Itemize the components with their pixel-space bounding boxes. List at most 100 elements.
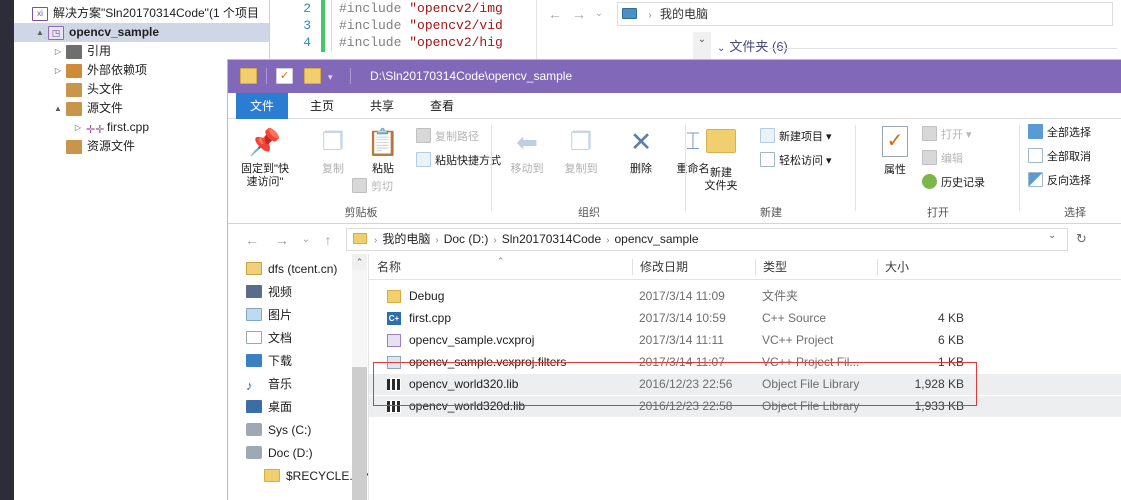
folder-icon[interactable] [240, 68, 257, 84]
bg-group-header[interactable]: ⌄文件夹 (6) [717, 36, 788, 55]
column-header-类型[interactable]: 类型 [755, 254, 877, 280]
nav-item-桌面[interactable]: 桌面 [228, 396, 368, 419]
solution-tree-item[interactable]: 解决方案"Sln20170314Code"(1 个项目 [14, 4, 269, 23]
column-separator[interactable] [877, 259, 878, 275]
column-headers[interactable]: 名称修改日期类型大小⌃ [369, 254, 1121, 280]
address-dropdown-icon[interactable]: ⌄ [1048, 230, 1056, 241]
title-bar[interactable]: ▾ D:\Sln20170314Code\opencv_sample [228, 60, 1121, 93]
code-line[interactable]: #include "opencv2/img [339, 0, 503, 17]
bg-address-bar[interactable]: › 我的电脑 [617, 2, 1113, 26]
nav-item-Sys (C:)[interactable]: Sys (C:) [228, 419, 368, 442]
tree-expander-icon[interactable]: ▲ [34, 23, 46, 42]
ribbon-button-复制路径[interactable]: 复制路径 [416, 127, 479, 148]
ribbon-tabs[interactable]: 文件主页共享查看 [228, 93, 1121, 119]
ribbon-button-复制到[interactable]: ❐复制到 [550, 125, 612, 176]
ribbon-button-全部取消[interactable]: 全部取消 [1028, 147, 1091, 168]
refresh-button[interactable]: ↻ [1076, 231, 1087, 247]
ribbon-button-粘贴[interactable]: 📋粘贴 [352, 125, 414, 176]
nav-item-$RECYCLE.BIN[interactable]: $RECYCLE.BIN [228, 465, 368, 488]
background-explorer-window[interactable]: ← → ⌄ ↑ › 我的电脑 ⌄ ⌄文件夹 (6) [536, 0, 1121, 62]
nav-item-Doc (D:)[interactable]: Doc (D:) [228, 442, 368, 465]
breadcrumb-item[interactable]: opencv_sample [614, 232, 698, 246]
breadcrumb-item[interactable]: 我的电脑 [382, 232, 430, 246]
tree-expander-icon[interactable]: ▷ [52, 42, 64, 61]
bg-breadcrumb-root[interactable]: 我的电脑 [660, 7, 708, 21]
tree-expander-icon[interactable]: ▷ [52, 61, 64, 80]
ribbon-button-属性[interactable]: 属性 [864, 125, 926, 177]
code-line[interactable]: #include "opencv2/hig [339, 34, 503, 51]
code-string: "opencv2/hig [409, 35, 503, 50]
code-line[interactable] [339, 51, 503, 52]
ribbon-tab-共享[interactable]: 共享 [356, 93, 408, 119]
ribbon-button-反向选择[interactable]: 反向选择 [1028, 171, 1091, 192]
address-bar[interactable]: ›我的电脑›Doc (D:)›Sln20170314Code›opencv_sa… [346, 228, 1068, 251]
vs-tool-rail[interactable]: 服务器资源管理器 工具箱 [0, 0, 14, 500]
nav-scroll-thumb[interactable] [352, 367, 367, 500]
nav-scrollbar[interactable]: ⌃ [352, 254, 367, 500]
file-date-cell: 2016/12/23 22:56 [639, 374, 732, 395]
column-header-大小[interactable]: 大小 [877, 254, 977, 280]
ribbon-button-新建项目[interactable]: 新建项目 ▾ [760, 127, 832, 148]
properties-icon[interactable] [276, 68, 293, 84]
ribbon-button-新建文件夹[interactable]: 新建文件夹 [690, 125, 752, 193]
file-list-pane[interactable]: 名称修改日期类型大小⌃ Debug2017/3/14 11:09文件夹C+fir… [369, 254, 1121, 500]
nav-item-dfs (tcent.cn)[interactable]: dfs (tcent.cn) [228, 258, 368, 281]
tree-expander-icon[interactable]: ▷ [72, 118, 84, 137]
bg-forward-button[interactable]: → [569, 4, 589, 24]
recent-locations-button[interactable]: ⌄ [296, 230, 316, 250]
table-row[interactable]: Debug2017/3/14 11:09文件夹 [369, 286, 1121, 307]
nav-item-视频[interactable]: 视频 [228, 281, 368, 304]
ribbon-button-历史记录[interactable]: 历史记录 [922, 173, 985, 194]
code-text[interactable]: #include "opencv2/img#include "opencv2/v… [339, 0, 503, 52]
bg-scroll-up-button[interactable]: ⌄ [693, 32, 711, 60]
ribbon-button-全部选择[interactable]: 全部选择 [1028, 123, 1091, 144]
column-separator[interactable] [632, 259, 633, 275]
column-header-修改日期[interactable]: 修改日期 [632, 254, 755, 280]
new-folder-icon[interactable] [304, 68, 321, 84]
ribbon-tab-文件[interactable]: 文件 [236, 93, 288, 119]
address-bar-row[interactable]: ← → ⌄ ↑ ›我的电脑›Doc (D:)›Sln20170314Code›o… [228, 224, 1121, 254]
ribbon-tab-主页[interactable]: 主页 [296, 93, 348, 119]
breadcrumb-item[interactable]: Sln20170314Code [502, 232, 601, 246]
nav-item-文档[interactable]: 文档 [228, 327, 368, 350]
ribbon-button-打开[interactable]: 打开 ▾ [922, 125, 972, 146]
file-explorer-window[interactable]: ▾ D:\Sln20170314Code\opencv_sample 文件主页共… [228, 60, 1121, 500]
ribbon-tab-查看[interactable]: 查看 [416, 93, 468, 119]
nav-scroll-up-button[interactable]: ⌃ [352, 254, 367, 270]
nav-item-下载[interactable]: 下载 [228, 350, 368, 373]
table-row[interactable]: opencv_sample.vcxproj.filters2017/3/14 1… [369, 352, 1121, 373]
nav-item-图片[interactable]: 图片 [228, 304, 368, 327]
up-button[interactable]: ↑ [318, 230, 338, 250]
solution-tree-item[interactable]: ▷引用 [14, 42, 269, 61]
customize-qat-icon[interactable]: ▾ [328, 72, 333, 83]
forward-button[interactable]: → [272, 230, 292, 250]
drive-icon [246, 423, 262, 436]
ribbon-button-固定到"快速访问"[interactable]: 📌固定到"快速访问" [234, 125, 296, 189]
code-line[interactable]: #include "opencv2/vid [339, 17, 503, 34]
table-row[interactable]: opencv_sample.vcxproj2017/3/14 11:11VC++… [369, 330, 1121, 351]
ribbon-button-轻松访问[interactable]: 轻松访问 ▾ [760, 151, 832, 172]
breadcrumb-item[interactable]: Doc (D:) [444, 232, 489, 246]
solution-tree-item[interactable]: ▲opencv_sample [14, 23, 269, 42]
ribbon-button-粘贴快捷方式[interactable]: 粘贴快捷方式 [416, 151, 501, 172]
new-folder-icon [704, 129, 738, 163]
ribbon[interactable]: 📌固定到"快速访问"❐复制📋粘贴复制路径粘贴快捷方式剪切剪贴板⬅移动到❐复制到✕… [228, 119, 1121, 224]
downloads-icon [246, 354, 262, 367]
ribbon-button-移动到[interactable]: ⬅移动到 [496, 125, 558, 176]
ribbon-button-剪切[interactable]: 剪切 [352, 177, 393, 198]
navigation-pane[interactable]: dfs (tcent.cn)视频图片文档下载♪音乐桌面Sys (C:)Doc (… [228, 254, 368, 500]
column-separator[interactable] [755, 259, 756, 275]
table-row[interactable]: opencv_world320.lib2016/12/23 22:56Objec… [369, 374, 1121, 395]
file-rows[interactable]: Debug2017/3/14 11:09文件夹C+first.cpp2017/3… [369, 286, 1121, 417]
group-chevron-icon[interactable]: ⌄ [717, 43, 725, 54]
file-size-cell: 6 KB [874, 330, 964, 351]
ribbon-button-编辑[interactable]: 编辑 [922, 149, 963, 170]
code-editor[interactable]: 2345 #include "opencv2/img#include "open… [271, 0, 536, 52]
bg-history-button[interactable]: ⌄ [589, 4, 609, 24]
table-row[interactable]: opencv_world320d.lib2016/12/23 22:58Obje… [369, 396, 1121, 417]
bg-back-button[interactable]: ← [545, 4, 565, 24]
back-button[interactable]: ← [242, 230, 262, 250]
tree-expander-icon[interactable]: ▲ [52, 99, 64, 118]
table-row[interactable]: C+first.cpp2017/3/14 10:59C++ Source4 KB [369, 308, 1121, 329]
nav-item-音乐[interactable]: ♪音乐 [228, 373, 368, 396]
